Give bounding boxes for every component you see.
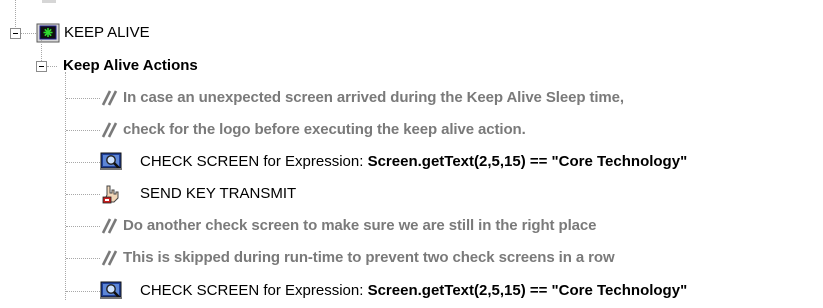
tree-guide-line [66, 194, 100, 195]
check-screen-row[interactable]: CHECK SCREEN for Expression: Screen.getT… [140, 279, 687, 303]
tree-guide-line [47, 66, 57, 67]
comment-slash-icon [101, 218, 118, 234]
tree-guide-line [66, 162, 100, 163]
tree-guide-line [21, 33, 36, 34]
comment-text[interactable]: This is skipped during run-time to preve… [123, 246, 615, 270]
clipped-item-fragment [42, 0, 56, 3]
comment-slash-icon [101, 250, 118, 266]
send-key-label[interactable]: SEND KEY TRANSMIT [140, 182, 296, 206]
tree-guide-line [65, 72, 66, 300]
comment-slash-icon [101, 122, 118, 138]
check-screen-prefix: CHECK SCREEN for Expression: [140, 282, 368, 299]
keep-alive-monitor-icon [36, 23, 60, 43]
check-screen-expression: Screen.getText(2,5,15) == "Core Technolo… [367, 282, 688, 299]
tree-guide-line [15, 0, 16, 27]
check-screen-row[interactable]: CHECK SCREEN for Expression: Screen.getT… [140, 150, 687, 174]
check-screen-expression: Screen.getText(2,5,15) == "Core Technolo… [367, 153, 688, 170]
check-screen-magnifier-icon [100, 152, 122, 170]
keep-alive-label[interactable]: KEEP ALIVE [64, 21, 150, 45]
tree-guide-line [66, 291, 100, 292]
comment-text[interactable]: Do another check screen to make sure we … [123, 214, 596, 238]
tree-guide-line [66, 98, 100, 99]
keep-alive-actions-expander[interactable] [36, 61, 47, 72]
check-screen-magnifier-icon [100, 281, 122, 299]
send-key-hand-icon [102, 185, 119, 204]
comment-text[interactable]: In case an unexpected screen arrived dur… [123, 86, 624, 110]
comment-slash-icon [101, 90, 118, 106]
tree-guide-line [66, 258, 100, 259]
keep-alive-actions-label[interactable]: Keep Alive Actions [63, 54, 198, 78]
check-screen-prefix: CHECK SCREEN for Expression: [140, 153, 368, 170]
script-tree: KEEP ALIVE Keep Alive Actions In case an… [0, 0, 823, 308]
tree-guide-line [66, 130, 100, 131]
tree-guide-line [66, 226, 100, 227]
keep-alive-expander[interactable] [10, 28, 21, 39]
comment-text[interactable]: check for the logo before executing the … [123, 118, 526, 142]
